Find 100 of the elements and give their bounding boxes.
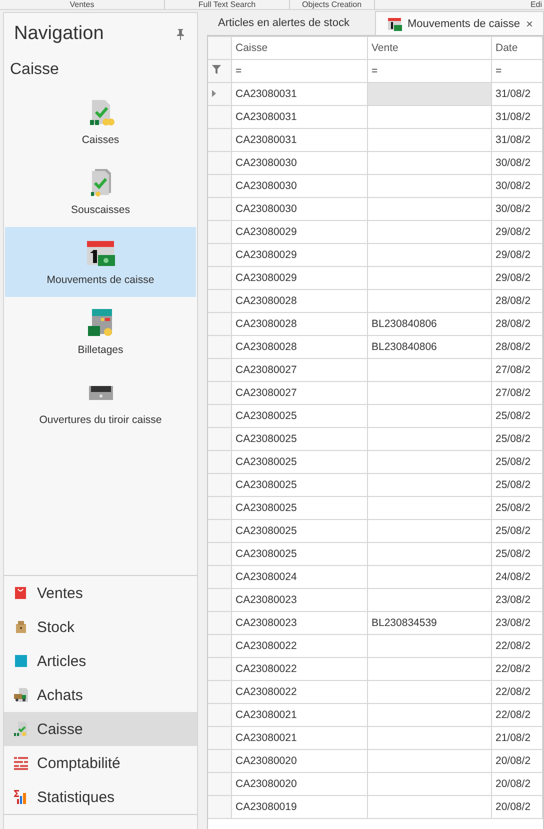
table-cell: CA23080029: [231, 220, 367, 244]
square-icon: [14, 654, 28, 668]
nav-group[interactable]: Comptabilité: [4, 746, 197, 780]
row-indicator[interactable]: [208, 106, 231, 128]
table-cell: CA23080028: [231, 336, 367, 358]
filter-icon[interactable]: [212, 65, 221, 74]
table-cell: CA23080029: [231, 266, 367, 290]
row-indicator[interactable]: [208, 174, 231, 198]
row-indicator[interactable]: [208, 336, 231, 358]
shopping-bag-icon: [14, 586, 28, 600]
table-cell: CA23080030: [231, 198, 367, 220]
table-cell: CA23080031: [231, 106, 367, 128]
ribbon-tab[interactable]: Edi: [528, 0, 544, 9]
column-header[interactable]: Caisse: [231, 36, 367, 60]
table-cell: CA23080025: [231, 404, 367, 428]
table-cell: CA23080025: [231, 428, 367, 450]
column-header[interactable]: Vente: [367, 36, 491, 60]
table-cell: CA23080022: [231, 680, 367, 704]
ribbon-tab[interactable]: Objects Creation: [290, 0, 375, 9]
table-cell: 20/08/2: [491, 750, 542, 772]
table-cell: CA23080030: [231, 152, 367, 174]
panel-title: Navigation: [14, 23, 104, 45]
table-cell: 31/08/2: [491, 128, 542, 152]
nav-group[interactable]: Articles: [4, 644, 197, 678]
nav-item[interactable]: Souscaisses: [5, 157, 196, 227]
row-indicator[interactable]: [208, 450, 231, 474]
table-cell: 25/08/2: [491, 496, 542, 520]
row-indicator[interactable]: [208, 680, 231, 704]
row-indicator[interactable]: [208, 244, 231, 266]
table-cell: 30/08/2: [491, 198, 542, 220]
table-cell: 22/08/2: [491, 634, 542, 658]
row-indicator[interactable]: [208, 796, 231, 818]
nav-item[interactable]: Mouvements de caisse: [5, 227, 196, 297]
table-cell: 22/08/2: [491, 704, 542, 726]
table-cell: 31/08/2: [491, 82, 542, 106]
table-cell: CA23080028: [231, 312, 367, 336]
table-cell: 28/08/2: [491, 290, 542, 312]
row-indicator[interactable]: [208, 588, 231, 612]
table-cell: 30/08/2: [491, 174, 542, 198]
row-indicator[interactable]: [208, 290, 231, 312]
nav-group[interactable]: Achats: [4, 678, 197, 712]
ribbon-tab[interactable]: Full Text Search: [165, 0, 290, 9]
row-indicator[interactable]: [208, 358, 231, 382]
row-indicator[interactable]: [208, 520, 231, 542]
row-indicator[interactable]: [208, 496, 231, 520]
table-cell: CA23080028: [231, 290, 367, 312]
table-cell: 25/08/2: [491, 520, 542, 542]
table-cell: 23/08/2: [491, 612, 542, 634]
row-indicator[interactable]: [208, 266, 231, 290]
row-indicator[interactable]: [208, 428, 231, 450]
calendar-money-icon: [388, 16, 402, 30]
row-indicator[interactable]: [208, 750, 231, 772]
table-cell: CA23080019: [231, 796, 367, 818]
document-tab[interactable]: Articles en alertes de stock: [202, 11, 360, 35]
row-indicator[interactable]: [208, 312, 231, 336]
ribbon-tab[interactable]: Ventes: [0, 0, 165, 9]
table-cell: 28/08/2: [491, 336, 542, 358]
document-tab[interactable]: Mouvements de caisse ×: [375, 11, 544, 35]
nav-group[interactable]: Caisse: [4, 712, 197, 746]
table-cell: 20/08/2: [491, 772, 542, 796]
row-indicator[interactable]: [208, 382, 231, 404]
table-cell: CA23080025: [231, 474, 367, 496]
table-cell: 31/08/2: [491, 106, 542, 128]
nav-item[interactable]: Ouvertures du tiroir caisse: [5, 367, 196, 437]
table-cell: 21/08/2: [491, 726, 542, 750]
nav-group[interactable]: Stock: [4, 610, 197, 644]
row-indicator[interactable]: [208, 612, 231, 634]
row-indicator[interactable]: [208, 474, 231, 496]
row-indicator[interactable]: [208, 152, 231, 174]
row-indicator[interactable]: [208, 634, 231, 658]
row-indicator[interactable]: [208, 220, 231, 244]
box-icon: [14, 620, 28, 634]
nav-group[interactable]: Ventes: [4, 576, 197, 610]
ledger-icon: [14, 756, 28, 770]
nav-group[interactable]: Statistiques: [4, 780, 197, 814]
table-cell: CA23080029: [231, 244, 367, 266]
table-cell: CA23080027: [231, 358, 367, 382]
row-indicator[interactable]: [208, 128, 231, 152]
filter-cell[interactable]: =: [231, 60, 367, 82]
column-header[interactable]: Date: [491, 36, 542, 60]
table-cell: CA23080023: [231, 612, 367, 634]
row-indicator[interactable]: [208, 658, 231, 680]
table-cell: CA23080021: [231, 704, 367, 726]
filter-cell[interactable]: =: [491, 60, 542, 82]
row-indicator[interactable]: [208, 704, 231, 726]
pin-icon[interactable]: [176, 28, 185, 40]
row-indicator[interactable]: [208, 82, 231, 106]
table-cell: 27/08/2: [491, 358, 542, 382]
nav-item[interactable]: Billetages: [5, 297, 196, 367]
table-cell: BL230834539: [367, 612, 491, 634]
row-pointer-icon: [212, 90, 216, 97]
row-indicator[interactable]: [208, 566, 231, 588]
row-indicator[interactable]: [208, 198, 231, 220]
table-cell: CA23080022: [231, 634, 367, 658]
row-indicator[interactable]: [208, 726, 231, 750]
row-indicator[interactable]: [208, 772, 231, 796]
row-indicator[interactable]: [208, 542, 231, 566]
row-indicator[interactable]: [208, 404, 231, 428]
nav-item[interactable]: Caisses: [5, 87, 196, 157]
close-button[interactable]: ×: [526, 16, 533, 30]
